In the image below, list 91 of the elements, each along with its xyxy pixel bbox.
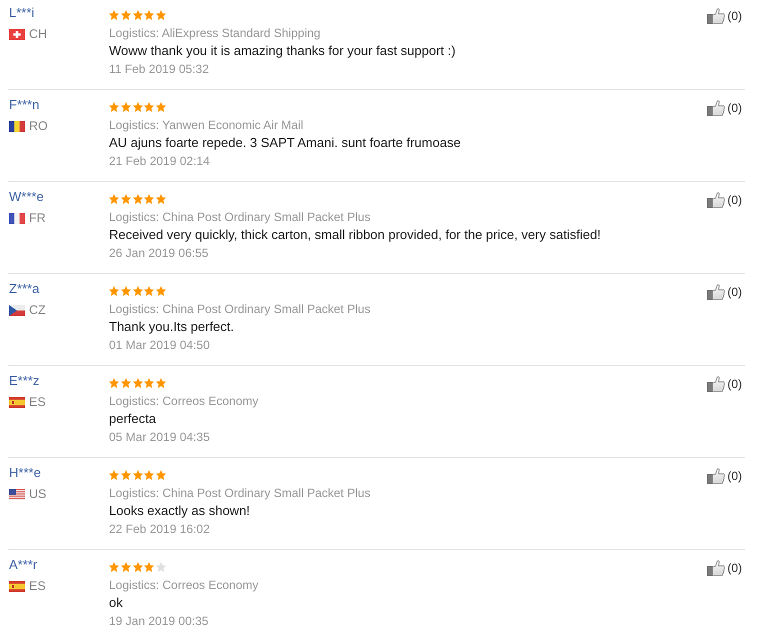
- review-text: AU ajuns foarte repede. 3 SAPT Amani. sunt foarte frumoase: [109, 134, 461, 152]
- review-text: ok: [109, 594, 123, 612]
- thumbs-up-icon: [707, 376, 726, 392]
- star-icon: [156, 102, 166, 112]
- star-icon: [144, 102, 154, 112]
- like-button[interactable]: (0): [707, 284, 742, 300]
- review-text: Looks exactly as shown!: [109, 502, 250, 520]
- like-button[interactable]: (0): [707, 8, 742, 24]
- country-code: CZ: [29, 302, 46, 318]
- country-code: US: [29, 486, 46, 502]
- flag-icon: [9, 488, 25, 500]
- user-name: A***r: [9, 558, 38, 572]
- like-button[interactable]: (0): [707, 192, 742, 208]
- like-button[interactable]: (0): [707, 468, 742, 484]
- star-icon: [156, 194, 166, 204]
- logistics-text: Logistics: China Post Ordinary Small Packet Plus: [109, 301, 370, 318]
- star-icon: [109, 194, 119, 204]
- star-icon: [120, 102, 131, 112]
- star-icon: [109, 378, 119, 388]
- star-icon: [156, 562, 166, 572]
- star-icon: [132, 194, 142, 204]
- flag-icon: [9, 304, 25, 316]
- star-icon: [120, 10, 131, 20]
- star-icon: [156, 378, 166, 388]
- thumbs-up-icon: [707, 560, 726, 576]
- country-code: ES: [29, 394, 46, 410]
- review-date: 05 Mar 2019 04:35: [109, 429, 210, 446]
- star-icon: [156, 286, 166, 296]
- flag-icon: [9, 28, 25, 40]
- thumbs-up-icon: [707, 468, 726, 484]
- star-icon: [156, 10, 166, 20]
- star-icon: [120, 286, 131, 296]
- review-text: perfecta: [109, 410, 156, 428]
- user-name: E***z: [9, 374, 40, 388]
- country-code: CH: [29, 26, 48, 42]
- star-icon: [109, 102, 119, 112]
- star-icon: [132, 102, 142, 112]
- thumbs-up-icon: [707, 100, 726, 116]
- thumbs-up-icon: [707, 192, 726, 208]
- star-icon: [144, 286, 154, 296]
- star-icon: [144, 378, 154, 388]
- star-icon: [120, 378, 131, 388]
- review-text: Received very quickly, thick carton, small ribbon provided, for the price, very satisfied!: [109, 226, 601, 244]
- user-name: W***e: [9, 190, 44, 204]
- review-date: 22 Feb 2019 16:02: [109, 521, 210, 538]
- star-icon: [132, 10, 142, 20]
- star-icon: [120, 470, 131, 480]
- star-icon: [132, 562, 142, 572]
- user-name: L***i: [9, 6, 34, 20]
- logistics-text: Logistics: Yanwen Economic Air Mail: [109, 117, 304, 134]
- logistics-text: Logistics: AliExpress Standard Shipping: [109, 25, 320, 42]
- review-date: 26 Jan 2019 06:55: [109, 245, 208, 262]
- star-icon: [132, 378, 142, 388]
- star-icon: [144, 562, 154, 572]
- user-name: H***e: [9, 466, 41, 480]
- review-date: 11 Feb 2019 05:32: [109, 61, 209, 78]
- review-text: Woww thank you it is amazing thanks for your fast support :): [109, 42, 456, 60]
- review-date: 19 Jan 2019 00:35: [109, 613, 208, 630]
- country-code: RO: [29, 118, 48, 134]
- star-icon: [132, 286, 142, 296]
- logistics-text: Logistics: Correos Economy: [109, 393, 258, 410]
- star-icon: [144, 470, 154, 480]
- user-name: Z***a: [9, 282, 40, 296]
- user-name: F***n: [9, 98, 40, 112]
- country-code: FR: [29, 210, 46, 226]
- star-icon: [109, 470, 119, 480]
- review-date: 01 Mar 2019 04:50: [109, 337, 210, 354]
- star-icon: [120, 562, 131, 572]
- flag-icon: [9, 580, 25, 592]
- like-button[interactable]: (0): [707, 100, 742, 116]
- star-icon: [156, 470, 166, 480]
- review-text: Thank you.Its perfect.: [109, 318, 234, 336]
- like-button[interactable]: (0): [707, 376, 742, 392]
- thumbs-up-icon: [707, 8, 726, 24]
- star-icon: [144, 10, 154, 20]
- flag-icon: [9, 396, 25, 408]
- star-icon: [144, 194, 154, 204]
- flag-icon: [9, 120, 25, 132]
- star-icon: [109, 562, 119, 572]
- flag-icon: [9, 212, 25, 224]
- logistics-text: Logistics: China Post Ordinary Small Packet Plus: [109, 209, 370, 226]
- like-button[interactable]: (0): [707, 560, 742, 576]
- country-code: ES: [29, 578, 46, 594]
- logistics-text: Logistics: Correos Economy: [109, 577, 258, 594]
- review-date: 21 Feb 2019 02:14: [109, 153, 210, 170]
- star-icon: [109, 10, 119, 20]
- star-icon: [132, 470, 142, 480]
- star-icon: [120, 194, 131, 204]
- logistics-text: Logistics: China Post Ordinary Small Packet Plus: [109, 485, 370, 502]
- star-icon: [109, 286, 119, 296]
- thumbs-up-icon: [707, 284, 726, 300]
